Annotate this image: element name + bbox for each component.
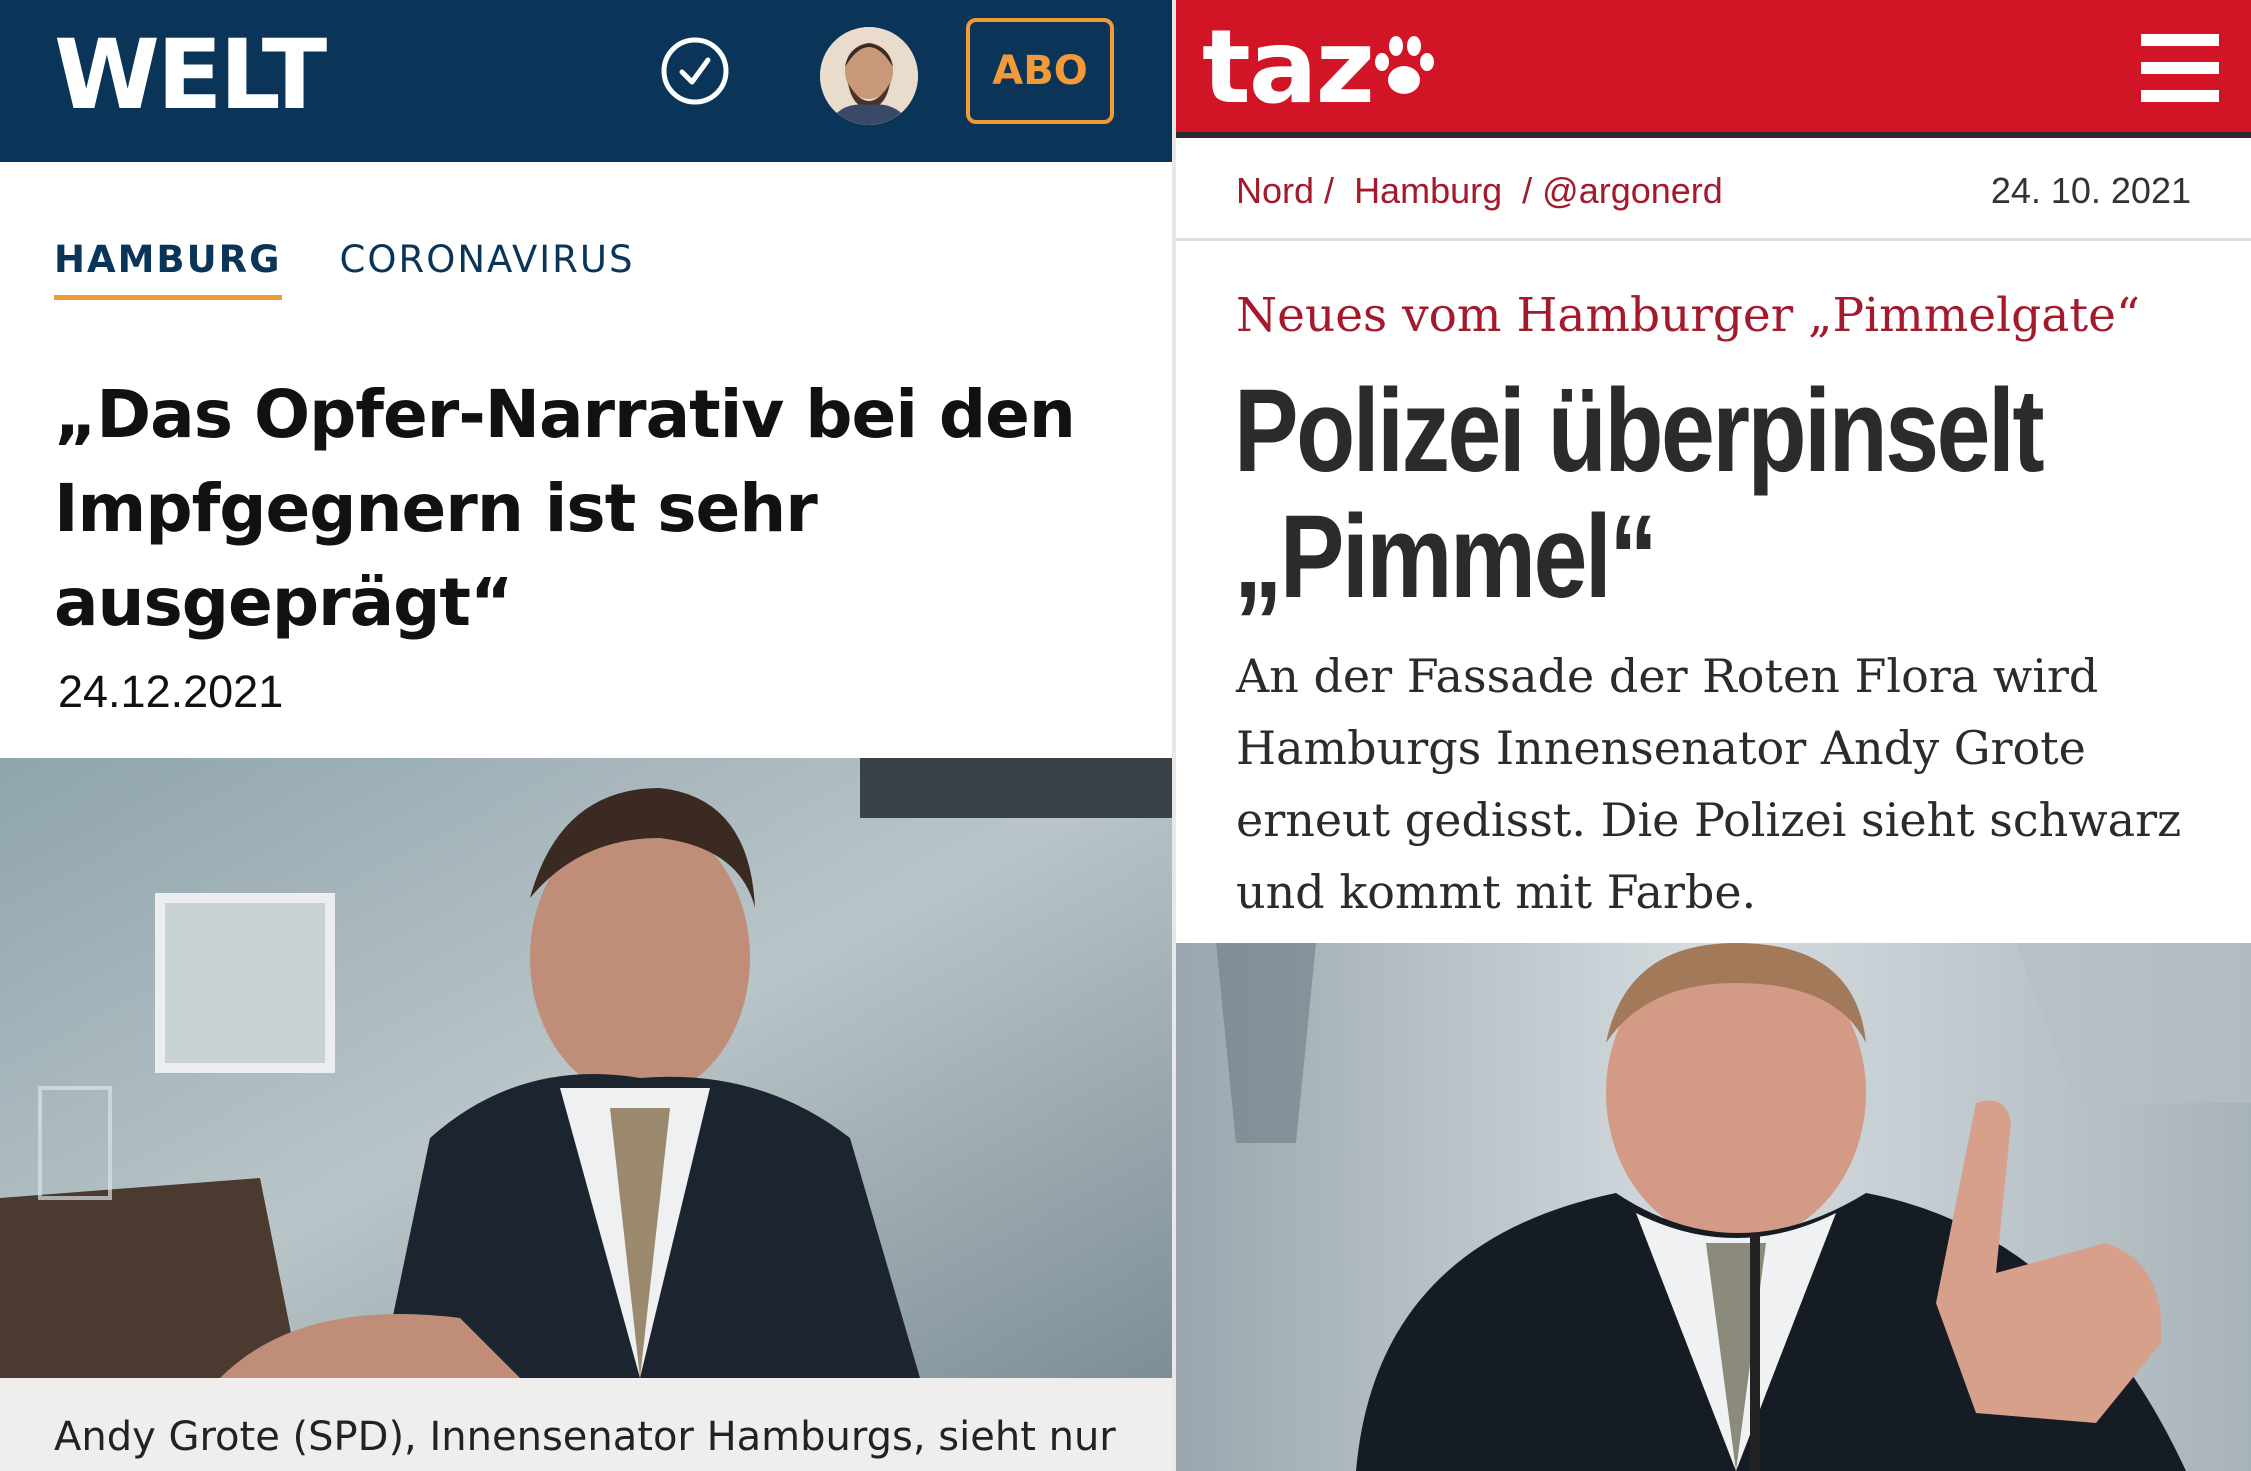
- welt-logo[interactable]: WELT: [54, 20, 327, 130]
- welt-headline: „Das Opfer-Narrativ bei den Impfgegnern …: [54, 376, 1076, 641]
- tab-coronavirus[interactable]: CORONAVIRUS: [340, 238, 635, 300]
- taz-header-bar: taz: [1176, 0, 2251, 138]
- hamburger-menu-icon[interactable]: [2141, 30, 2219, 106]
- welt-date: 24.12.2021: [58, 666, 284, 717]
- paw-icon: [1375, 36, 1434, 94]
- breadcrumb-author[interactable]: / @argonerd: [1522, 170, 1723, 211]
- taz-kicker: Neues vom Hamburger „Pimmelgate“: [1236, 288, 2140, 343]
- user-avatar[interactable]: [820, 27, 918, 125]
- welt-article-photo: [0, 758, 1172, 1378]
- breadcrumb: Nord / Hamburg / @argonerd: [1236, 170, 1733, 212]
- divider-line: [1176, 238, 2251, 241]
- taz-headline: Polizei überpinselt „Pimmel“: [1234, 365, 2045, 623]
- taz-date: 24. 10. 2021: [1990, 170, 2191, 211]
- subscribe-button[interactable]: ABO: [966, 18, 1114, 124]
- taz-logo[interactable]: taz: [1202, 10, 1375, 125]
- welt-photo-caption: Andy Grote (SPD), Innensenator Hamburgs,…: [54, 1414, 1116, 1460]
- taz-teaser: An der Fassade der Roten Flora wird Hamb…: [1236, 649, 2182, 919]
- welt-article-screen: WELT ABO HAMBURG CORONAVIRUS „Das Opfer-…: [0, 0, 1172, 1471]
- taz-article-photo: [1176, 943, 2251, 1471]
- breadcrumb-nord[interactable]: Nord /: [1236, 170, 1334, 211]
- tab-hamburg[interactable]: HAMBURG: [54, 238, 282, 300]
- taz-article-screen: taz Nord / Hamburg / @argonerd 24. 10. 2…: [1176, 0, 2251, 1471]
- breadcrumb-hamburg[interactable]: Hamburg: [1354, 170, 1502, 211]
- clock-check-icon[interactable]: [660, 36, 730, 106]
- welt-section-tabs: HAMBURG CORONAVIRUS: [54, 238, 634, 300]
- welt-header-bar: WELT ABO: [0, 0, 1172, 162]
